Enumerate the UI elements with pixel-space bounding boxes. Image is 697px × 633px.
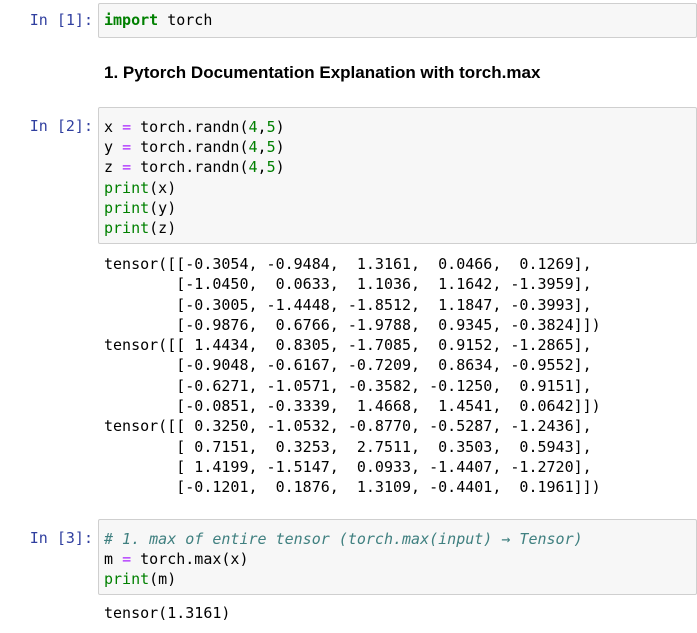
code-token: z: [104, 158, 123, 177]
code-token: torch.randn(: [131, 118, 249, 136]
code-token: print: [104, 570, 150, 589]
code-token: (x): [149, 178, 177, 197]
code-line: y = torch.randn(4,5): [104, 137, 696, 157]
code-line: print(y): [104, 198, 696, 218]
code-token: m: [104, 550, 123, 569]
code-cell-1[interactable]: In [1]: import torch: [0, 3, 697, 39]
code-token: ,: [257, 118, 267, 136]
cell-output: tensor(1.3161): [104, 603, 230, 623]
code-token: =: [122, 158, 132, 177]
code-token: (y): [149, 198, 177, 217]
code-line: m = torch.max(x): [104, 549, 696, 569]
output-line: tensor([[ 0.3250, -1.0532, -0.8770, -0.5…: [104, 417, 592, 436]
code-cell-3[interactable]: In [3]: # 1. max of entire tensor (torch…: [0, 519, 697, 629]
code-token: =: [122, 550, 132, 569]
code-token: torch.max(x): [131, 550, 249, 569]
code-token: 4: [248, 158, 258, 177]
code-token: ,: [257, 158, 267, 177]
code-token: ): [275, 138, 285, 157]
output-line: tensor([[ 1.4434, 0.8305, -1.7085, 0.915…: [104, 336, 592, 355]
markdown-cell[interactable]: 1. Pytorch Documentation Explanation wit…: [0, 50, 697, 100]
code-token: print: [104, 219, 150, 238]
code-line: print(z): [104, 218, 696, 238]
code-token: import: [104, 11, 159, 29]
cell-prompt: In [2]:: [29, 117, 93, 135]
code-token: print: [104, 178, 150, 197]
code-token: torch: [158, 11, 213, 29]
output-line: [-0.0851, -0.3339, 1.4668, 1.4541, 0.064…: [104, 397, 601, 416]
code-token: 4: [248, 138, 258, 157]
output-line: tensor([[-0.3054, -0.9484, 1.3161, 0.046…: [104, 255, 592, 273]
code-line: import torch: [104, 10, 696, 30]
code-token: # 1. max of entire tensor (torch.max(inp…: [104, 530, 583, 548]
output-line: [-0.9876, 0.6766, -1.9788, 0.9345, -0.38…: [104, 315, 601, 334]
code-token: ): [275, 158, 285, 177]
code-token: ,: [257, 138, 267, 157]
code-token: 5: [266, 118, 276, 136]
output-line: tensor(1.3161): [104, 604, 231, 622]
code-cell-2[interactable]: In [2]: x = torch.randn(4,5) y = torch.ra…: [0, 107, 697, 497]
code-token: =: [122, 118, 132, 136]
code-token: x: [104, 118, 123, 136]
markdown-heading: 1. Pytorch Documentation Explanation wit…: [104, 63, 541, 82]
code-input[interactable]: x = torch.randn(4,5) y = torch.randn(4,5)…: [98, 107, 697, 244]
code-input[interactable]: import torch: [98, 3, 697, 38]
output-line: [-0.3005, -1.4448, -1.8512, 1.1847, -0.3…: [104, 295, 592, 314]
cell-output: tensor([[-0.3054, -0.9484, 1.3161, 0.046…: [104, 254, 601, 498]
code-editor[interactable]: # 1. max of entire tensor (torch.max(inp…: [99, 520, 696, 590]
code-line: print(m): [104, 569, 696, 589]
code-token: (m): [149, 570, 177, 589]
output-line: [-0.1201, 0.1876, 1.3109, -0.4401, 0.196…: [104, 478, 601, 497]
code-token: print: [104, 198, 150, 217]
cell-prompt: In [3]:: [29, 529, 93, 547]
output-line: [-1.0450, 0.0633, 1.1036, 1.1642, -1.395…: [104, 275, 592, 294]
code-line: x = torch.randn(4,5): [104, 117, 696, 137]
code-token: y: [104, 138, 123, 157]
code-token: =: [122, 138, 132, 157]
code-token: torch.randn(: [131, 138, 249, 157]
code-editor[interactable]: x = torch.randn(4,5) y = torch.randn(4,5)…: [99, 108, 696, 238]
code-token: 4: [248, 118, 258, 136]
code-line: z = torch.randn(4,5): [104, 157, 696, 177]
code-line: # 1. max of entire tensor (torch.max(inp…: [104, 529, 696, 549]
output-line: [ 1.4199, -1.5147, 0.0933, -1.4407, -1.2…: [104, 457, 592, 476]
code-editor[interactable]: import torch: [99, 4, 696, 30]
code-input[interactable]: # 1. max of entire tensor (torch.max(inp…: [98, 519, 697, 595]
code-line: print(x): [104, 178, 696, 198]
output-line: [ 0.7151, 0.3253, 2.7511, 0.3503, 0.5943…: [104, 437, 592, 456]
code-token: torch.randn(: [131, 158, 249, 177]
code-token: (z): [149, 219, 177, 238]
cell-prompt: In [1]:: [29, 11, 93, 29]
output-line: [-0.9048, -0.6167, -0.7209, 0.8634, -0.9…: [104, 356, 592, 375]
code-token: 5: [266, 138, 276, 157]
code-token: ): [275, 118, 285, 136]
code-token: 5: [266, 158, 276, 177]
output-line: [-0.6271, -1.0571, -0.3582, -0.1250, 0.9…: [104, 376, 592, 395]
